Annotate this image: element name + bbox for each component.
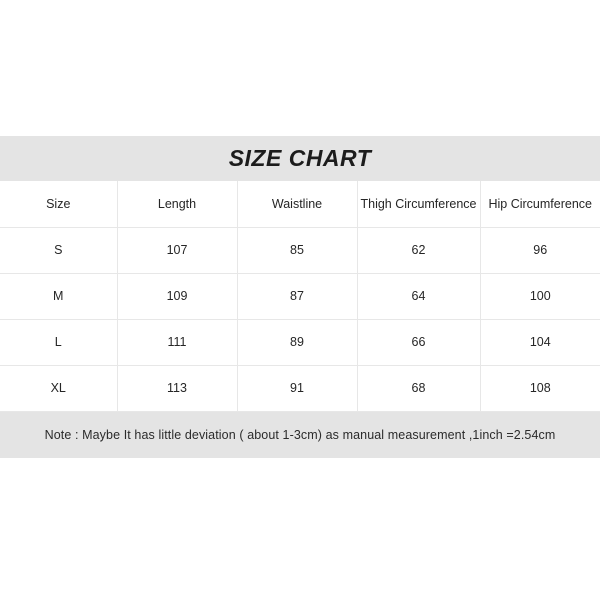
table-row: S 107 85 62 96 bbox=[0, 227, 600, 274]
column-header-waistline: Waistline bbox=[237, 181, 358, 228]
cell-length: 109 bbox=[117, 273, 238, 320]
page-title: SIZE CHART bbox=[228, 145, 372, 171]
column-header-hip-circumference: Hip Circumference bbox=[480, 181, 600, 228]
cell-waistline: 89 bbox=[237, 319, 358, 366]
cell-waistline: 87 bbox=[237, 273, 358, 320]
table-header: Size Length Waistline Thigh Circumferenc… bbox=[0, 181, 600, 228]
table-body: S 107 85 62 96 M 109 87 64 100 L 111 89 … bbox=[0, 227, 600, 412]
column-header-thigh-circumference: Thigh Circumference bbox=[357, 181, 481, 228]
cell-length: 107 bbox=[117, 227, 238, 274]
size-chart-card: SIZE CHART Size Length Waistline Thigh C… bbox=[0, 136, 600, 458]
table-row: M 109 87 64 100 bbox=[0, 273, 600, 320]
cell-thigh: 62 bbox=[357, 227, 481, 274]
cell-size: L bbox=[0, 319, 118, 366]
cell-hip: 100 bbox=[480, 273, 600, 320]
measurement-note: Note : Maybe It has little deviation ( a… bbox=[44, 427, 556, 442]
table-header-row: Size Length Waistline Thigh Circumferenc… bbox=[0, 181, 600, 228]
cell-size: M bbox=[0, 273, 118, 320]
size-chart-table: Size Length Waistline Thigh Circumferenc… bbox=[0, 181, 600, 412]
column-header-length: Length bbox=[117, 181, 238, 228]
cell-waistline: 91 bbox=[237, 365, 358, 412]
cell-hip: 96 bbox=[480, 227, 600, 274]
cell-hip: 108 bbox=[480, 365, 600, 412]
cell-thigh: 64 bbox=[357, 273, 481, 320]
cell-hip: 104 bbox=[480, 319, 600, 366]
cell-waistline: 85 bbox=[237, 227, 358, 274]
size-chart-title-band: SIZE CHART bbox=[0, 136, 600, 181]
cell-thigh: 68 bbox=[357, 365, 481, 412]
table-row: XL 113 91 68 108 bbox=[0, 365, 600, 412]
cell-thigh: 66 bbox=[357, 319, 481, 366]
table-row: L 111 89 66 104 bbox=[0, 319, 600, 366]
cell-length: 111 bbox=[117, 319, 238, 366]
size-chart-note-band: Note : Maybe It has little deviation ( a… bbox=[0, 411, 600, 458]
cell-size: S bbox=[0, 227, 118, 274]
cell-size: XL bbox=[0, 365, 118, 412]
column-header-size: Size bbox=[0, 181, 118, 228]
cell-length: 113 bbox=[117, 365, 238, 412]
